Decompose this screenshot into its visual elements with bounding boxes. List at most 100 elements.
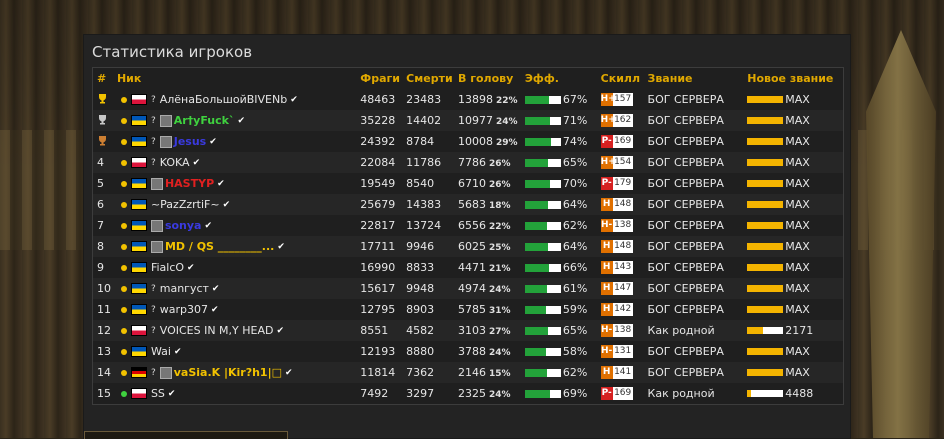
table-row[interactable]: 13 Wai ✔ 12193 8880 3788 24% 58% H- 131 БОГ СЕРВЕР… xyxy=(93,341,843,362)
row-num: 15 xyxy=(97,387,111,400)
row-new-rank: MAX xyxy=(747,303,843,316)
row-frags: 12795 xyxy=(360,303,396,316)
row-efficiency: 69% xyxy=(524,387,601,400)
row-rank: Как родной xyxy=(647,387,715,400)
row-nick-cell: HASTYP ✔ xyxy=(117,177,360,190)
avatar-icon xyxy=(159,135,172,148)
header-nick[interactable]: Ник xyxy=(117,72,360,85)
skill-badge: H 142 xyxy=(600,303,633,316)
row-headshots: 5785 31% xyxy=(458,303,525,316)
table-row[interactable]: ? Jesus ✔ 24392 8784 10008 29% 74% P- 169 БОГ СЕРВ… xyxy=(93,131,843,152)
row-headshots: 4471 21% xyxy=(458,261,525,274)
new-rank-value: MAX xyxy=(785,282,810,295)
new-rank-bar-fill xyxy=(747,390,751,397)
row-headshots: 6710 26% xyxy=(458,177,525,190)
skill-value: 138 xyxy=(612,219,633,232)
new-rank-bar xyxy=(747,180,784,187)
skill-letter: H- xyxy=(600,324,613,337)
table-row[interactable]: 14? vaSia.K |Kir?h1|□ ✔ 11814 7362 2146 15% 62%… xyxy=(93,362,843,383)
skill-letter: H xyxy=(600,261,613,274)
row-new-rank: MAX xyxy=(747,156,843,169)
player-nick[interactable]: АлёнаБольшойBIVENb xyxy=(160,93,287,106)
row-headshots: 3788 24% xyxy=(458,345,525,358)
efficiency-bar xyxy=(524,263,561,272)
header-rank[interactable]: Звание xyxy=(648,72,748,85)
headshots-percent: 22% xyxy=(489,222,511,232)
player-nick[interactable]: warp307 xyxy=(160,303,208,316)
row-num xyxy=(93,93,117,107)
player-nick[interactable]: VOICES IN M,Y HEAD xyxy=(160,324,274,337)
table-row[interactable]: 10? manгуст ✔ 15617 9948 4974 24% 61% H 147 БОГ СЕ… xyxy=(93,278,843,299)
check-icon: ✔ xyxy=(209,136,217,147)
header-efficiency[interactable]: Эфф. xyxy=(525,72,601,85)
headshots-percent: 25% xyxy=(489,243,511,253)
ukraine-flag-icon xyxy=(130,241,147,252)
header-skill[interactable]: Скилл xyxy=(601,72,648,85)
table-row[interactable]: 4? KOKA ✔ 22084 11786 7786 26% 65% H+ 154 БОГ СЕРВ… xyxy=(93,152,843,173)
skill-badge: H- 138 xyxy=(600,324,633,337)
player-nick[interactable]: MD / QS ________... xyxy=(165,240,274,253)
player-nick[interactable]: Wai xyxy=(151,345,171,358)
skill-badge: H 148 xyxy=(600,240,633,253)
player-nick[interactable]: manгуст xyxy=(160,282,209,295)
skill-value: 138 xyxy=(612,324,633,337)
table-row[interactable]: 6 ~PazZzrtiF~ ✔ 25679 14383 5683 18% 64% H 148 БОГ… xyxy=(93,194,843,215)
row-new-rank: MAX xyxy=(747,345,843,358)
check-icon: ✔ xyxy=(210,304,219,315)
skill-badge: H- 138 xyxy=(600,219,633,232)
skill-letter: P- xyxy=(600,387,613,400)
unknown-mark: ? xyxy=(150,94,156,105)
skill-letter: H- xyxy=(600,345,613,358)
player-nick[interactable]: ~PazZzrtiF~ xyxy=(151,198,220,211)
row-frags: 22084 xyxy=(360,156,396,169)
table-row[interactable]: 8 MD / QS ________... ✔ 17711 9946 6025 25% 64%… xyxy=(93,236,843,257)
row-rank: БОГ СЕРВЕРА xyxy=(647,219,724,232)
player-nick[interactable]: KOKA xyxy=(160,156,190,169)
new-rank-bar-fill xyxy=(747,201,784,208)
skill-value: 169 xyxy=(612,135,633,148)
efficiency-bar-fill xyxy=(524,95,549,104)
row-new-rank: 4488 xyxy=(747,387,843,400)
table-row[interactable]: 7 sonya ✔ 22817 13724 6556 22% 62% H- 138 БОГ СЕРВ… xyxy=(93,215,843,236)
avatar-icon xyxy=(150,219,163,232)
header-frags[interactable]: Фраги xyxy=(360,72,406,85)
row-nick-cell: ? VOICES IN M,Y HEAD ✔ xyxy=(117,324,360,337)
player-nick[interactable]: sonya xyxy=(165,219,202,232)
germany-flag-icon xyxy=(130,367,147,378)
table-row[interactable]: 15 SS ✔ 7492 3297 2325 24% 69% P- 169 Как родной 44… xyxy=(93,383,843,404)
player-nick[interactable]: SS xyxy=(151,387,165,400)
new-rank-bar-fill xyxy=(747,180,784,187)
player-nick[interactable]: FialcO xyxy=(151,261,184,274)
headshots-percent: 21% xyxy=(489,264,511,274)
new-rank-value: 4488 xyxy=(785,387,814,400)
table-row[interactable]: ? Ar†yFuck` ✔ 35228 14402 10977 24% 71% H+ 162 БОГ… xyxy=(93,110,843,131)
status-dot-icon xyxy=(120,348,127,355)
headshots-percent: 22% xyxy=(496,96,518,106)
row-nick-cell: FialcO ✔ xyxy=(117,261,360,274)
status-dot-icon xyxy=(120,369,127,376)
table-row[interactable]: 9 FialcO ✔ 16990 8833 4471 21% 66% H 143 БОГ СЕРВЕ… xyxy=(93,257,843,278)
new-rank-bar xyxy=(747,369,784,376)
table-row[interactable]: 12? VOICES IN M,Y HEAD ✔ 8551 4582 3103 27% 65%… xyxy=(93,320,843,341)
skill-letter: P- xyxy=(600,177,613,190)
efficiency-value: 61% xyxy=(562,282,588,295)
row-rank: БОГ СЕРВЕРА xyxy=(647,114,724,127)
player-nick[interactable]: Jesus xyxy=(174,135,206,148)
header-deaths[interactable]: Смерти xyxy=(406,72,458,85)
status-dot-icon xyxy=(120,201,127,208)
row-rank: БОГ СЕРВЕРА xyxy=(647,198,724,211)
efficiency-value: 64% xyxy=(562,198,588,211)
table-row[interactable]: ? АлёнаБольшойBIVENb ✔ 48463 23483 13898 22% 67… xyxy=(93,89,843,110)
player-nick[interactable]: vaSia.K |Kir?h1|□ xyxy=(174,366,282,379)
player-nick[interactable]: HASTYP xyxy=(165,177,214,190)
player-nick[interactable]: Ar†yFuck` xyxy=(174,114,235,127)
new-rank-bar-fill xyxy=(747,222,784,229)
header-headshots[interactable]: В голову xyxy=(458,72,525,85)
table-row[interactable]: 11? warp307 ✔ 12795 8903 5785 31% 59% H 142 БОГ СЕ… xyxy=(93,299,843,320)
table-row[interactable]: 5 HASTYP ✔ 19549 8540 6710 26% 70% P- 179 БОГ СЕРВ… xyxy=(93,173,843,194)
row-rank: БОГ СЕРВЕРА xyxy=(647,282,724,295)
bronze-trophy-icon xyxy=(97,135,108,146)
header-new-rank[interactable]: Новое звание xyxy=(747,72,843,85)
headshots-percent: 24% xyxy=(489,285,511,295)
avatar-icon xyxy=(150,177,163,190)
